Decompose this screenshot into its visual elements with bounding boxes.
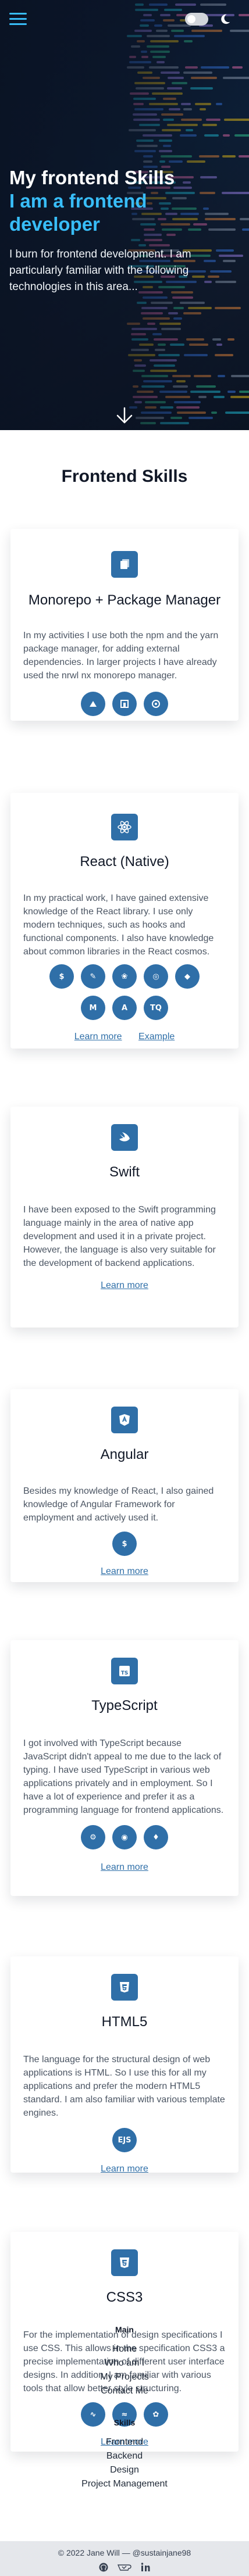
skill-card-react: React (Native) In my practical work, I h… xyxy=(10,793,239,1049)
graphql-chip-icon[interactable]: ◆ xyxy=(175,964,200,989)
footer: Main Home Who am I My Projects Contact M… xyxy=(0,2325,249,2491)
swift-icon xyxy=(111,1124,138,1151)
card-title: CSS3 xyxy=(106,2289,143,2305)
hero-title: My frontend Skills xyxy=(9,167,175,188)
ngrx-chip-icon[interactable]: $ xyxy=(112,1532,137,1556)
card-text: Besides my knowledge of React, I also ga… xyxy=(23,1486,214,1523)
redux-chip-icon[interactable]: $ xyxy=(49,964,74,989)
footer-skills-heading: Skills xyxy=(113,2418,136,2427)
card-title: Monorepo + Package Manager xyxy=(28,592,221,608)
skill-card-html5: HTML5 The language for the structural de… xyxy=(10,1956,239,2174)
footer-link-my-projects[interactable]: My Projects xyxy=(0,2370,249,2384)
ejs-chip-icon[interactable]: EJS xyxy=(112,2128,137,2152)
scroll-down-arrow-icon[interactable] xyxy=(114,407,135,424)
footer-link-design[interactable]: Design xyxy=(0,2463,249,2477)
styled-components-chip-icon[interactable]: ✎ xyxy=(81,964,105,989)
material-ui-chip-icon[interactable]: M xyxy=(81,996,105,1020)
card-title: React (Native) xyxy=(80,854,169,870)
learn-more-link[interactable]: Learn more xyxy=(101,2164,148,2174)
footer-link-who-am-i[interactable]: Who am I xyxy=(0,2356,249,2370)
hero-subtitle: I am a frontend developer xyxy=(9,190,147,235)
skill-card-typescript: TS TypeScript I got involved with TypeSc… xyxy=(10,1640,239,1896)
yarn-chip-icon[interactable] xyxy=(112,692,137,716)
angular-icon xyxy=(111,1407,138,1433)
react-query-chip-icon[interactable]: TQ xyxy=(144,996,168,1020)
copyright-text: © 2022 Jane Will — @sustainjane98 xyxy=(58,2548,191,2557)
card-text: The language for the structural design o… xyxy=(23,2055,225,2118)
page: My frontend Skills I am a frontend devel… xyxy=(0,0,249,2576)
hero-text: My frontend Skills I am a frontend devel… xyxy=(9,166,240,295)
card-title: TypeScript xyxy=(91,1698,158,1713)
html5-icon xyxy=(111,1974,138,2001)
chrome-chip-icon[interactable]: ◉ xyxy=(112,1825,137,1849)
footer-link-contact-me[interactable]: Contact Me xyxy=(0,2384,249,2398)
theme-toggle[interactable] xyxy=(185,13,208,26)
social-links xyxy=(0,2562,249,2573)
card-text: I have been exposed to the Swift program… xyxy=(23,1205,216,1268)
section-title: Frontend Skills xyxy=(61,467,188,486)
menu-icon[interactable] xyxy=(9,13,27,26)
mobx-chip-icon[interactable]: ❀ xyxy=(112,964,137,989)
deno-chip-icon[interactable]: ♦ xyxy=(144,1825,168,1849)
typescript-icon: TS xyxy=(111,1658,138,1684)
linkedin-icon[interactable] xyxy=(140,2562,151,2573)
card-title: Angular xyxy=(100,1447,149,1462)
footer-bottom-bar: © 2022 Jane Will — @sustainjane98 xyxy=(0,2541,249,2576)
jest-chip-icon[interactable]: ◎ xyxy=(144,964,168,989)
github-icon[interactable] xyxy=(98,2562,109,2573)
card-text: I got involved with TypeScript because J… xyxy=(23,1738,224,1815)
learn-more-link[interactable]: Learn more xyxy=(101,1566,148,1576)
example-link[interactable]: Example xyxy=(138,1032,175,1042)
learn-more-link[interactable]: Learn more xyxy=(101,1280,148,1290)
skill-card-angular: Angular Besides my knowledge of React, I… xyxy=(10,1389,239,1582)
svg-text:TS: TS xyxy=(121,1670,129,1676)
atom-icon xyxy=(111,814,138,840)
moon-icon xyxy=(221,14,230,24)
nx-chip-icon[interactable] xyxy=(144,692,168,716)
learn-more-link[interactable]: Learn more xyxy=(74,1032,122,1042)
footer-link-frontend[interactable]: Frontend xyxy=(0,2435,249,2449)
card-title: HTML5 xyxy=(101,2014,148,2030)
skill-card-swift: Swift I have been exposed to the Swift p… xyxy=(10,1107,239,1328)
apollo-chip-icon[interactable]: A xyxy=(112,996,137,1020)
hero-section: My frontend Skills I am a frontend devel… xyxy=(0,0,249,430)
card-text: In my practical work, I have gained exte… xyxy=(23,893,214,957)
learn-more-link[interactable]: Learn more xyxy=(101,1862,148,1872)
hero-intro: I burn for frontend development. I am pa… xyxy=(9,248,191,293)
node-chip-icon[interactable]: ⚙ xyxy=(81,1825,105,1849)
gitea-icon[interactable] xyxy=(117,2562,132,2573)
npm-chip-icon[interactable] xyxy=(81,692,105,716)
skill-card-monorepo: Monorepo + Package Manager In my activit… xyxy=(10,529,239,721)
card-text: In my activities I use both the npm and … xyxy=(23,631,219,681)
package-icon xyxy=(111,551,138,578)
footer-link-backend[interactable]: Backend xyxy=(0,2449,249,2463)
footer-link-home[interactable]: Home xyxy=(0,2342,249,2356)
footer-link-project-management[interactable]: Project Management xyxy=(0,2477,249,2491)
card-title: Swift xyxy=(109,1164,140,1180)
footer-main-heading: Main xyxy=(115,2325,134,2334)
css3-icon xyxy=(111,2249,138,2276)
